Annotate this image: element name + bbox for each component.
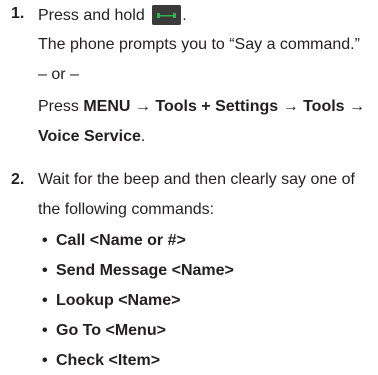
step-1-or-separator: – or – bbox=[38, 66, 79, 83]
talk-send-key-icon bbox=[152, 5, 182, 25]
arrow-icon: → bbox=[134, 98, 151, 115]
tools-settings-label: Tools + Settings bbox=[155, 98, 279, 115]
arrow-icon: → bbox=[349, 98, 366, 115]
command-text: Lookup <Name> bbox=[56, 292, 181, 309]
step-1-prompt-text: The phone prompts you to “Say a command.… bbox=[38, 36, 360, 53]
step-1-menu-path: Press MENU → Tools + Settings → Tools → bbox=[38, 98, 365, 116]
step-1-voice-service: Voice Service. bbox=[38, 128, 145, 146]
command-list-item: • Go To <Menu> bbox=[42, 322, 166, 340]
arrow-icon: → bbox=[282, 98, 299, 115]
command-text: Go To <Menu> bbox=[56, 322, 166, 339]
step-number-1: 1. bbox=[11, 5, 25, 22]
command-text: Check <Item> bbox=[56, 352, 161, 369]
voice-service-period: . bbox=[140, 128, 146, 145]
command-list-item: • Check <Item> bbox=[42, 352, 160, 370]
bullet-icon: • bbox=[42, 292, 48, 309]
command-list-item: • Send Message <Name> bbox=[42, 262, 234, 280]
command-text: Call <Name or #> bbox=[56, 232, 186, 249]
press-prefix: Press bbox=[38, 98, 84, 115]
menu-key-label: MENU bbox=[83, 98, 131, 115]
bullet-icon: • bbox=[42, 352, 48, 369]
step-1-period: . bbox=[182, 7, 187, 24]
document-page: 1. Press and hold . The phone prompts yo… bbox=[0, 0, 378, 375]
bullet-icon: • bbox=[42, 322, 48, 339]
tools-label: Tools bbox=[303, 98, 345, 115]
command-text: Send Message <Name> bbox=[56, 262, 234, 279]
step-1-line-1: Press and hold . bbox=[38, 5, 187, 25]
bullet-icon: • bbox=[42, 232, 48, 249]
command-list-item: • Call <Name or #> bbox=[42, 232, 186, 250]
step-2-line-1: Wait for the beep and then clearly say o… bbox=[38, 171, 355, 188]
step-2-line-2: the following commands: bbox=[38, 201, 215, 218]
step-1-text: Press and hold bbox=[38, 7, 145, 24]
step-number-2: 2. bbox=[11, 171, 25, 188]
voice-service-label: Voice Service bbox=[38, 128, 141, 145]
command-list-item: • Lookup <Name> bbox=[42, 292, 180, 310]
phone-handset-icon bbox=[152, 5, 182, 25]
bullet-icon: • bbox=[42, 262, 48, 279]
